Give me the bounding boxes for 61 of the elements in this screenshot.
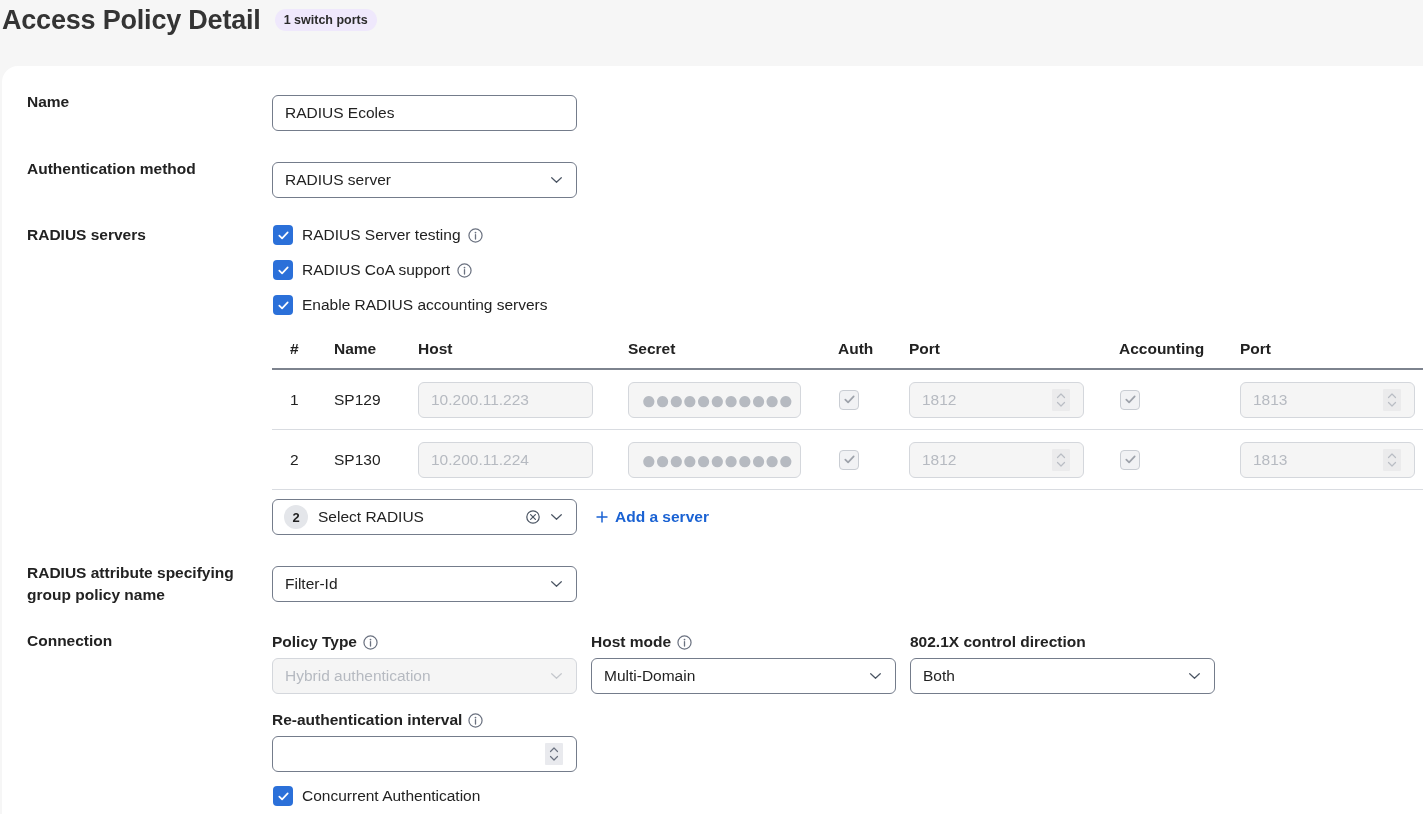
field-label: Re-authentication interval <box>272 710 463 730</box>
column-header: Port <box>1240 340 1271 358</box>
field-label: Host mode <box>591 632 672 652</box>
chevron-icon <box>551 581 562 587</box>
checkbox[interactable] <box>273 260 293 280</box>
field-label: Policy Type <box>272 632 357 652</box>
info-icon[interactable] <box>468 712 484 728</box>
field-label: RADIUS attribute specifying group policy name <box>27 563 235 605</box>
check-icon <box>843 455 855 464</box>
info-icon[interactable] <box>457 262 473 278</box>
number-field[interactable] <box>272 736 577 772</box>
checkbox-label: Enable RADIUS accounting servers <box>302 296 548 314</box>
column-header: Accounting <box>1119 340 1205 358</box>
field-label: Name <box>27 92 71 112</box>
column-header: Secret <box>628 340 676 358</box>
column-header: Name <box>334 340 377 358</box>
chevron-icon <box>551 673 562 679</box>
check-icon <box>277 300 289 310</box>
auth-method-select[interactable]: RADIUS server <box>272 162 577 198</box>
column-header: # <box>290 340 299 358</box>
table-cell: 1 <box>290 390 299 409</box>
radius-select[interactable]: 2 Select RADIUS <box>272 499 577 535</box>
chevron-icon <box>551 514 562 520</box>
checkbox-label: Concurrent Authentication <box>302 787 481 805</box>
chevron-icon <box>870 673 881 679</box>
checkbox[interactable] <box>273 295 293 315</box>
chevron-icon <box>551 177 562 183</box>
check-icon <box>1124 395 1136 404</box>
attribute-select[interactable]: Filter-Id <box>272 566 577 602</box>
column-header: Port <box>909 340 940 358</box>
field-label: 802.1X control direction <box>910 632 1086 652</box>
count-badge: 2 <box>284 505 308 529</box>
clear-icon[interactable] <box>526 510 540 524</box>
table-cell: SP129 <box>334 390 381 409</box>
spinner-icon[interactable] <box>545 743 563 765</box>
check-icon <box>277 230 289 240</box>
info-icon[interactable] <box>677 634 693 650</box>
field-label: Authentication method <box>27 159 197 179</box>
plus-icon <box>596 511 608 523</box>
name-field[interactable]: RADIUS Ecoles <box>272 95 577 131</box>
ports-badge: 1 switch ports <box>274 9 377 31</box>
check-icon <box>277 791 289 801</box>
check-icon <box>843 395 855 404</box>
field-label: Connection <box>27 631 114 651</box>
field-label: RADIUS servers <box>27 225 147 245</box>
check-icon <box>1124 455 1136 464</box>
dropdown-select[interactable]: Both <box>910 658 1215 694</box>
checkbox[interactable] <box>273 786 293 806</box>
check-icon <box>277 265 289 275</box>
checkbox-label: RADIUS CoA support <box>302 261 451 279</box>
column-header: Host <box>418 340 453 358</box>
dropdown-select[interactable]: Multi-Domain <box>591 658 896 694</box>
checkbox-label: RADIUS Server testing <box>302 226 461 244</box>
table-cell: SP130 <box>334 450 381 469</box>
column-header: Auth <box>838 340 874 358</box>
checkbox[interactable] <box>273 225 293 245</box>
chevron-icon <box>1189 673 1200 679</box>
add-server-link[interactable]: Add a server <box>596 508 709 526</box>
info-icon[interactable] <box>467 227 483 243</box>
page-title: Access Policy Detail <box>2 4 261 36</box>
table-cell: 2 <box>290 450 299 469</box>
